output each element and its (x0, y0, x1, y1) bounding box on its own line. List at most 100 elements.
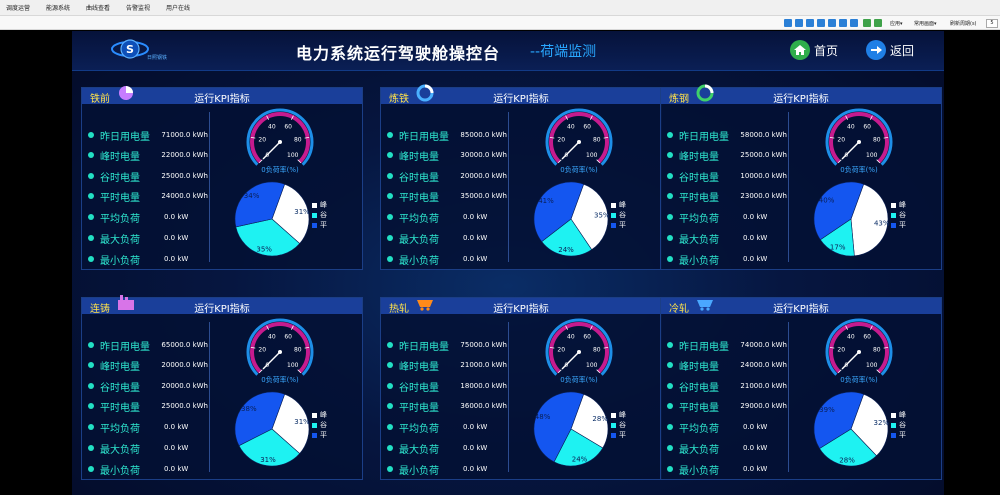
kpi-row: 谷时电量 20000.0 kWh (387, 169, 507, 184)
menu-bar: 调度运营 能源系统 曲线查看 告警监视 用户在线 (0, 0, 1000, 16)
dashboard-header: S 日照钢铁 电力系统运行驾驶舱操控台 --荷端监测 首页 返回 (72, 31, 944, 71)
legend-label: 峰 (899, 411, 906, 419)
kpi-row: 谷时电量 10000.0 kWh (667, 169, 787, 184)
kpi-row: 峰时电量 30000.0 kWh (387, 148, 507, 163)
kpi-row: 最大负荷 0.0 kW (88, 441, 208, 456)
kpi-value: 65000.0 kWh (161, 341, 208, 349)
refresh-icon[interactable] (817, 19, 825, 27)
legend-label: 峰 (320, 201, 327, 209)
gauge-tick-label: 20 (258, 137, 266, 144)
kpi-row: 昨日用电量 65000.0 kWh (88, 338, 208, 353)
legend-item: 平 (312, 220, 327, 230)
gauge-pivot (278, 350, 282, 354)
kpi-row: 平均负荷 0.0 kW (667, 420, 787, 435)
peak-valley-flat-pie: 31% 35% 34% (234, 181, 310, 257)
menu-item-user-online[interactable]: 用户在线 (166, 3, 190, 12)
gauge-tick-label: 40 (847, 123, 855, 130)
home-button[interactable]: 首页 (790, 39, 838, 61)
monitor-icon[interactable] (863, 19, 871, 27)
kpi-row: 最大负荷 0.0 kW (387, 231, 507, 246)
kpi-row: 平均负荷 0.0 kW (387, 210, 507, 225)
kpi-label: 平时电量 (100, 402, 140, 414)
kpi-row: 平均负荷 0.0 kW (667, 210, 787, 225)
kpi-panel: 运行KPI指标 炼铁 昨日用电量 85000.0 kWh 峰时电量 30000.0 kWh… (380, 84, 662, 270)
common-screens-menu[interactable]: 常用画面▾ (914, 20, 937, 27)
legend-label: 平 (899, 221, 906, 229)
gauge-tick-label: 40 (567, 123, 575, 130)
legend-item: 峰 (312, 200, 327, 210)
apply-menu[interactable]: 应用▾ (890, 20, 903, 27)
kpi-value: 0.0 kW (164, 234, 189, 242)
kpi-row: 峰时电量 22000.0 kWh (88, 148, 208, 163)
bullet-dot-icon (387, 173, 393, 179)
legend-label: 峰 (899, 201, 906, 209)
bullet-dot-icon (387, 403, 393, 409)
kpi-value: 30000.0 kWh (460, 151, 507, 159)
kpi-label: 最大负荷 (679, 234, 719, 246)
panel-header: 运行KPI指标 连铸 (82, 295, 362, 315)
legend-label: 平 (619, 431, 626, 439)
kpi-label: 最小负荷 (399, 255, 439, 267)
legend-item: 谷 (312, 210, 327, 220)
kpi-value: 85000.0 kWh (460, 131, 507, 139)
bullet-dot-icon (88, 342, 94, 348)
kpi-label: 平均负荷 (100, 213, 140, 225)
cart-icon (697, 300, 713, 311)
kpi-value: 0.0 kW (743, 213, 768, 221)
bullet-dot-icon (88, 152, 94, 158)
menu-item-dispatch[interactable]: 调度运营 (6, 3, 30, 12)
menu-item-curve[interactable]: 曲线查看 (86, 3, 110, 12)
menu-item-alarm[interactable]: 告警监视 (126, 3, 150, 12)
gauge-needle (841, 141, 860, 160)
play-icon[interactable] (784, 19, 792, 27)
lock-icon[interactable] (874, 19, 882, 27)
bullet-dot-icon (88, 466, 94, 472)
bullet-dot-icon (88, 424, 94, 430)
kpi-label: 最小负荷 (100, 465, 140, 477)
panel-name: 铁前 (90, 94, 110, 105)
bullet-dot-icon (387, 466, 393, 472)
kpi-label: 昨日用电量 (100, 341, 150, 353)
legend-label: 峰 (320, 411, 327, 419)
legend-label: 平 (320, 221, 327, 229)
legend-swatch (312, 202, 317, 208)
zoom-in-icon[interactable] (828, 19, 836, 27)
kpi-label: 平均负荷 (100, 423, 140, 435)
bullet-dot-icon (387, 342, 393, 348)
load-rate-gauge: 02040 6080100 (825, 108, 893, 166)
load-rate-gauge: 02040 6080100 (246, 108, 314, 166)
pie-legend: 峰谷平 (312, 200, 327, 230)
zoom-out-icon[interactable] (839, 19, 847, 27)
kpi-row: 最小负荷 0.0 kW (667, 252, 787, 267)
legend-label: 谷 (320, 211, 327, 219)
gauge-tick-label: 80 (294, 137, 302, 144)
print-icon[interactable] (850, 19, 858, 27)
pie-slice-label: 35% (256, 245, 272, 253)
kpi-label: 最小负荷 (679, 255, 719, 267)
kpi-row: 平均负荷 0.0 kW (88, 420, 208, 435)
menu-item-energy[interactable]: 能源系统 (46, 3, 70, 12)
kpi-label: 峰时电量 (399, 361, 439, 373)
legend-swatch (312, 222, 317, 228)
kpi-label: 最小负荷 (399, 465, 439, 477)
legend-swatch (611, 222, 616, 228)
home-icon (790, 40, 810, 60)
kpi-label: 平均负荷 (399, 423, 439, 435)
gauge-needle (262, 351, 281, 370)
forward-icon[interactable] (806, 19, 814, 27)
kpi-row: 最小负荷 0.0 kW (667, 462, 787, 477)
gauge-tick-label: 60 (863, 123, 871, 130)
panel-header: 运行KPI指标 冷轧 (661, 298, 941, 315)
kpi-value: 74000.0 kWh (740, 341, 787, 349)
kpi-row: 平时电量 36000.0 kWh (387, 399, 507, 414)
kpi-label: 最小负荷 (100, 255, 140, 267)
kpi-label: 谷时电量 (679, 172, 719, 184)
legend-swatch (891, 212, 896, 218)
back-button[interactable]: 返回 (866, 39, 914, 61)
refresh-period-input[interactable]: 5 (986, 19, 998, 28)
pie-slice-label: 41% (538, 197, 554, 205)
page-title: 电力系统运行驾驶舱操控台 (296, 44, 501, 63)
back-icon[interactable] (795, 19, 803, 27)
legend-item: 峰 (891, 410, 906, 420)
kpi-value: 0.0 kW (743, 465, 768, 473)
